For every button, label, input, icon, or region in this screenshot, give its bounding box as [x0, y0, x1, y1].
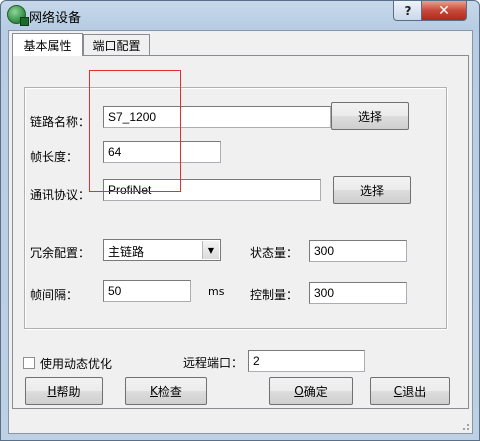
check-button-label: 检查 [157, 384, 182, 399]
status-label: 状态量： [250, 246, 299, 260]
interval-label: 帧间隔： [30, 288, 79, 302]
cancel-button-label: 退出 [402, 384, 427, 399]
chevron-down-icon[interactable]: ▼ [202, 241, 219, 259]
ok-button[interactable]: O 确定 [269, 377, 353, 405]
select-button-link[interactable]: 选择 [331, 102, 409, 130]
app-icon [7, 5, 29, 26]
resize-grip-icon[interactable] [460, 421, 470, 431]
dialog-client: 基本属性 端口配置 链路名称： S7_1200 选择 帧长度： 64 通讯协议：… [8, 30, 473, 434]
remote-port-field[interactable]: 2 [248, 350, 365, 372]
protocol-label: 通讯协议： [30, 188, 91, 202]
tab-panel: 链路名称： S7_1200 选择 帧长度： 64 通讯协议： ProfiNet … [12, 55, 469, 409]
status-field[interactable]: 300 [309, 240, 407, 262]
title-bar[interactable]: 网络设备 ? ✕ [1, 1, 479, 29]
close-icon[interactable]: ✕ [421, 1, 467, 21]
select-button-protocol[interactable]: 选择 [333, 176, 411, 204]
interval-field[interactable]: 50 [103, 280, 191, 302]
redundancy-label: 冗余配置： [30, 246, 91, 260]
tab-port-config[interactable]: 端口配置 [83, 34, 150, 55]
help-button-label: 帮助 [56, 384, 81, 399]
redundancy-value: 主链路 [108, 245, 145, 259]
window-title: 网络设备 [29, 11, 82, 26]
control-label: 控制量： [250, 288, 299, 302]
dialog-window: 网络设备 ? ✕ 基本属性 端口配置 链路名称： S7_1200 选择 帧长度：… [0, 0, 480, 441]
help-hotkey: H [47, 384, 57, 398]
tab-basic-properties[interactable]: 基本属性 [12, 33, 83, 56]
redundancy-dropdown[interactable]: 主链路 ▼ [103, 239, 221, 261]
help-button[interactable]: H 帮助 [25, 377, 103, 405]
remote-port-label: 远程端口： [183, 356, 244, 370]
ok-button-label: 确定 [303, 384, 328, 399]
highlight-box [89, 70, 181, 192]
frame-length-label: 帧长度： [30, 150, 79, 164]
ok-hotkey: O [294, 384, 304, 398]
control-field[interactable]: 300 [309, 282, 407, 304]
check-hotkey: K [150, 384, 158, 398]
interval-unit: ms [208, 285, 225, 298]
link-name-label: 链路名称： [30, 115, 91, 129]
help-icon[interactable]: ? [393, 1, 423, 21]
cancel-hotkey: C [393, 384, 403, 398]
dynamic-opt-label: 使用动态优化 [40, 357, 113, 371]
cancel-button[interactable]: C 退出 [370, 377, 450, 405]
check-button[interactable]: K 检查 [125, 377, 207, 405]
dynamic-opt-checkbox[interactable] [23, 357, 35, 369]
